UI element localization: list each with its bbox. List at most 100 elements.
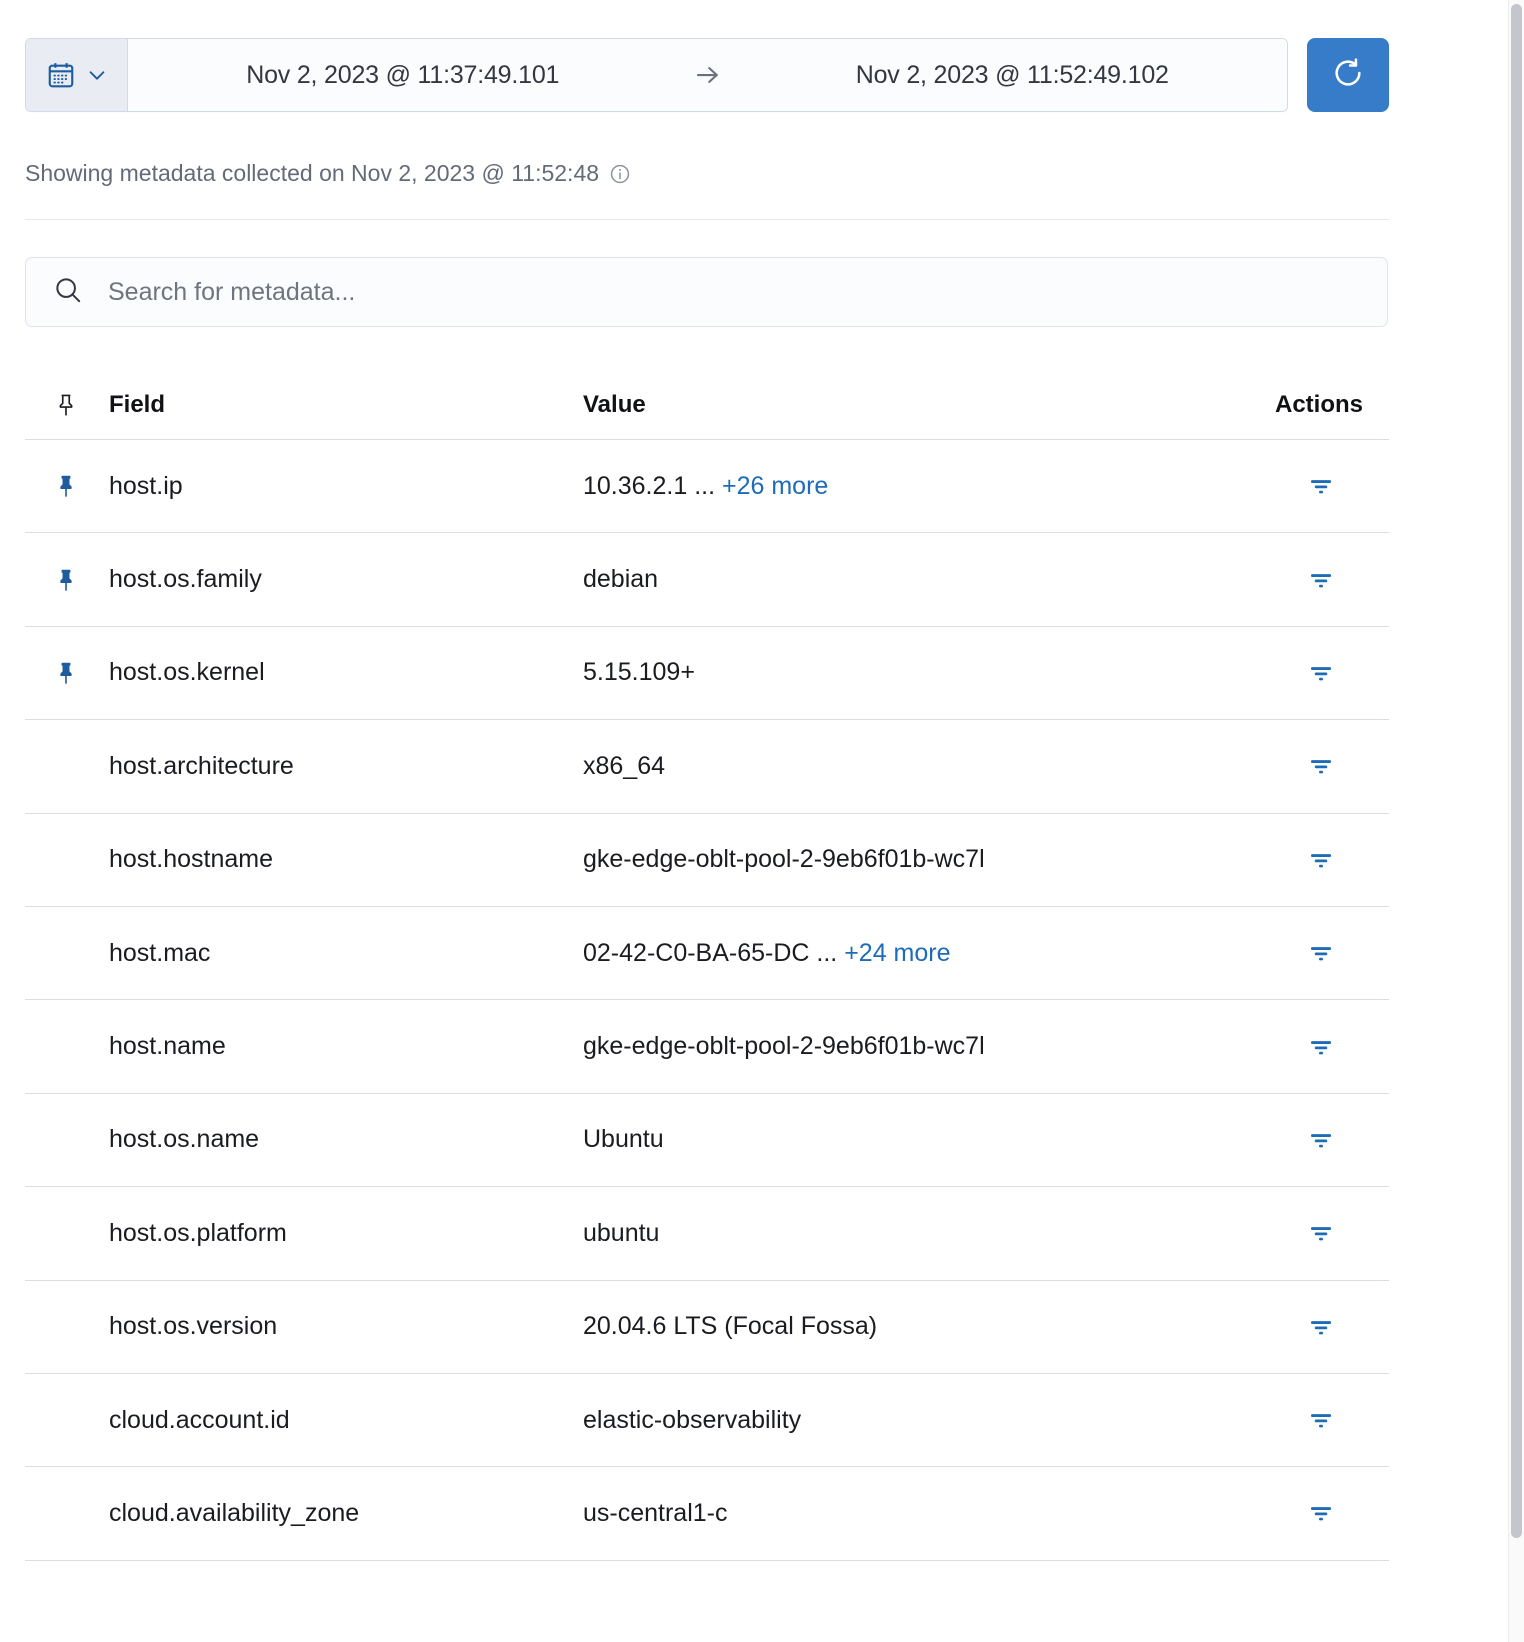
- row-actions-cell: [1189, 1309, 1389, 1345]
- field-name-cell: host.name: [109, 1032, 226, 1061]
- field-name-cell: host.hostname: [109, 845, 273, 874]
- date-range-start[interactable]: Nov 2, 2023 @ 11:37:49.101: [128, 39, 678, 111]
- row-actions-cell: [1189, 1402, 1389, 1438]
- field-name-cell: host.os.version: [109, 1312, 278, 1341]
- field-value-cell: 5.15.109+: [583, 658, 1189, 687]
- filter-icon[interactable]: [1303, 842, 1339, 878]
- metadata-timestamp-text: Showing metadata collected on Nov 2, 202…: [25, 160, 600, 186]
- field-value-cell: 10.36.2.1 ... +26 more: [583, 472, 1189, 501]
- table-row: host.mac 02-42-C0-BA-65-DC ... +24 more: [25, 907, 1389, 1001]
- arrow-right-icon: [678, 39, 738, 111]
- filter-icon[interactable]: [1303, 468, 1339, 504]
- filter-icon[interactable]: [1303, 1029, 1339, 1065]
- pin-filled-icon[interactable]: [25, 473, 107, 499]
- field-name-cell: cloud.availability_zone: [109, 1498, 360, 1527]
- column-header-field: Field: [109, 390, 166, 418]
- field-value-cell: Ubuntu: [583, 1125, 1189, 1154]
- show-more-values-link[interactable]: +24 more: [844, 939, 950, 967]
- table-row: host.os.platform ubuntu: [25, 1187, 1389, 1281]
- field-value-text: 5.15.109+: [583, 658, 695, 687]
- table-row: host.os.version 20.04.6 LTS (Focal Fossa): [25, 1281, 1389, 1374]
- field-name-cell: host.os.name: [109, 1125, 260, 1154]
- field-value-cell: 20.04.6 LTS (Focal Fossa): [583, 1312, 1189, 1341]
- metadata-table: Field Value Actions host.ip 10.36.2.1 ...…: [25, 370, 1389, 1561]
- date-range-end[interactable]: Nov 2, 2023 @ 11:52:49.102: [737, 39, 1287, 111]
- table-row: host.os.kernel 5.15.109+: [25, 627, 1389, 721]
- field-value-text: ubuntu: [583, 1218, 660, 1247]
- filter-icon[interactable]: [1303, 655, 1339, 691]
- pin-filled-icon[interactable]: [25, 660, 107, 686]
- field-name-cell: host.ip: [109, 471, 183, 500]
- table-body: host.ip 10.36.2.1 ... +26 more host.os.fam…: [25, 440, 1389, 1561]
- search-input[interactable]: [106, 258, 1361, 326]
- field-value-cell: us-central1-c: [583, 1499, 1189, 1528]
- table-header-row: Field Value Actions: [25, 370, 1389, 440]
- table-row: cloud.availability_zone us-central1-c: [25, 1467, 1389, 1561]
- page-scrollbar-thumb[interactable]: [1511, 4, 1522, 1538]
- row-actions-cell: [1189, 468, 1389, 504]
- chevron-down-icon: [86, 64, 108, 86]
- show-more-values-link[interactable]: +26 more: [722, 472, 828, 500]
- pin-outline-icon: [25, 392, 107, 418]
- field-value-cell: x86_64: [583, 752, 1189, 781]
- pin-filled-icon[interactable]: [25, 567, 107, 593]
- field-name-cell: host.architecture: [109, 751, 294, 780]
- field-name-cell: host.os.platform: [109, 1218, 287, 1247]
- section-divider: [25, 219, 1389, 220]
- field-value-text: 02-42-C0-BA-65-DC ...: [583, 938, 838, 967]
- field-value-text: 10.36.2.1 ...: [583, 471, 716, 500]
- column-header-value: Value: [583, 390, 646, 418]
- page-scrollbar[interactable]: [1508, 0, 1524, 1642]
- row-actions-cell: [1189, 1029, 1389, 1065]
- field-value-text: elastic-observability: [583, 1405, 802, 1434]
- field-value-text: x86_64: [583, 751, 666, 780]
- table-row: host.os.name Ubuntu: [25, 1094, 1389, 1188]
- field-value-cell: gke-edge-oblt-pool-2-9eb6f01b-wc7l: [583, 1032, 1189, 1061]
- column-header-actions: Actions: [1274, 390, 1363, 418]
- field-name-cell: host.os.family: [109, 565, 262, 594]
- date-range-toolbar: Nov 2, 2023 @ 11:37:49.101 Nov 2, 2023 @…: [25, 38, 1389, 112]
- filter-icon[interactable]: [1303, 748, 1339, 784]
- table-row: host.hostname gke-edge-oblt-pool-2-9eb6f0…: [25, 814, 1389, 907]
- field-value-cell: elastic-observability: [583, 1406, 1189, 1435]
- field-name-cell: cloud.account.id: [109, 1405, 290, 1434]
- field-value-cell: ubuntu: [583, 1219, 1189, 1248]
- refresh-icon: [1331, 56, 1365, 95]
- metadata-timestamp-note: Showing metadata collected on Nov 2, 202…: [25, 160, 631, 187]
- date-quick-select-button[interactable]: [26, 39, 128, 111]
- metadata-search-box[interactable]: [25, 257, 1388, 327]
- row-actions-cell: [1189, 1495, 1389, 1531]
- table-row: host.ip 10.36.2.1 ... +26 more: [25, 440, 1389, 534]
- field-value-text: debian: [583, 565, 659, 594]
- field-value-cell: debian: [583, 565, 1189, 594]
- row-actions-cell: [1189, 1215, 1389, 1251]
- filter-icon[interactable]: [1303, 1309, 1339, 1345]
- field-value-text: gke-edge-oblt-pool-2-9eb6f01b-wc7l: [583, 1032, 985, 1061]
- row-actions-cell: [1189, 842, 1389, 878]
- filter-icon[interactable]: [1303, 935, 1339, 971]
- field-value-cell: 02-42-C0-BA-65-DC ... +24 more: [583, 939, 1189, 968]
- filter-icon[interactable]: [1303, 1402, 1339, 1438]
- refresh-button[interactable]: [1307, 38, 1389, 112]
- table-row: host.architecture x86_64: [25, 720, 1389, 814]
- row-actions-cell: [1189, 935, 1389, 971]
- filter-icon[interactable]: [1303, 1122, 1339, 1158]
- search-icon: [52, 274, 84, 311]
- metadata-panel: Nov 2, 2023 @ 11:37:49.101 Nov 2, 2023 @…: [0, 0, 1524, 1642]
- row-actions-cell: [1189, 748, 1389, 784]
- filter-icon[interactable]: [1303, 562, 1339, 598]
- filter-icon[interactable]: [1303, 1215, 1339, 1251]
- row-actions-cell: [1189, 1122, 1389, 1158]
- field-name-cell: host.os.kernel: [109, 658, 265, 687]
- row-actions-cell: [1189, 655, 1389, 691]
- info-circle-icon[interactable]: [609, 163, 631, 185]
- table-row: cloud.account.id elastic-observability: [25, 1374, 1389, 1468]
- filter-icon[interactable]: [1303, 1495, 1339, 1531]
- table-row: host.name gke-edge-oblt-pool-2-9eb6f01b-w…: [25, 1000, 1389, 1094]
- calendar-icon: [46, 60, 76, 90]
- super-date-picker[interactable]: Nov 2, 2023 @ 11:37:49.101 Nov 2, 2023 @…: [25, 38, 1288, 112]
- field-value-cell: gke-edge-oblt-pool-2-9eb6f01b-wc7l: [583, 845, 1189, 874]
- field-value-text: gke-edge-oblt-pool-2-9eb6f01b-wc7l: [583, 845, 985, 874]
- row-actions-cell: [1189, 562, 1389, 598]
- field-value-text: 20.04.6 LTS (Focal Fossa): [583, 1312, 878, 1341]
